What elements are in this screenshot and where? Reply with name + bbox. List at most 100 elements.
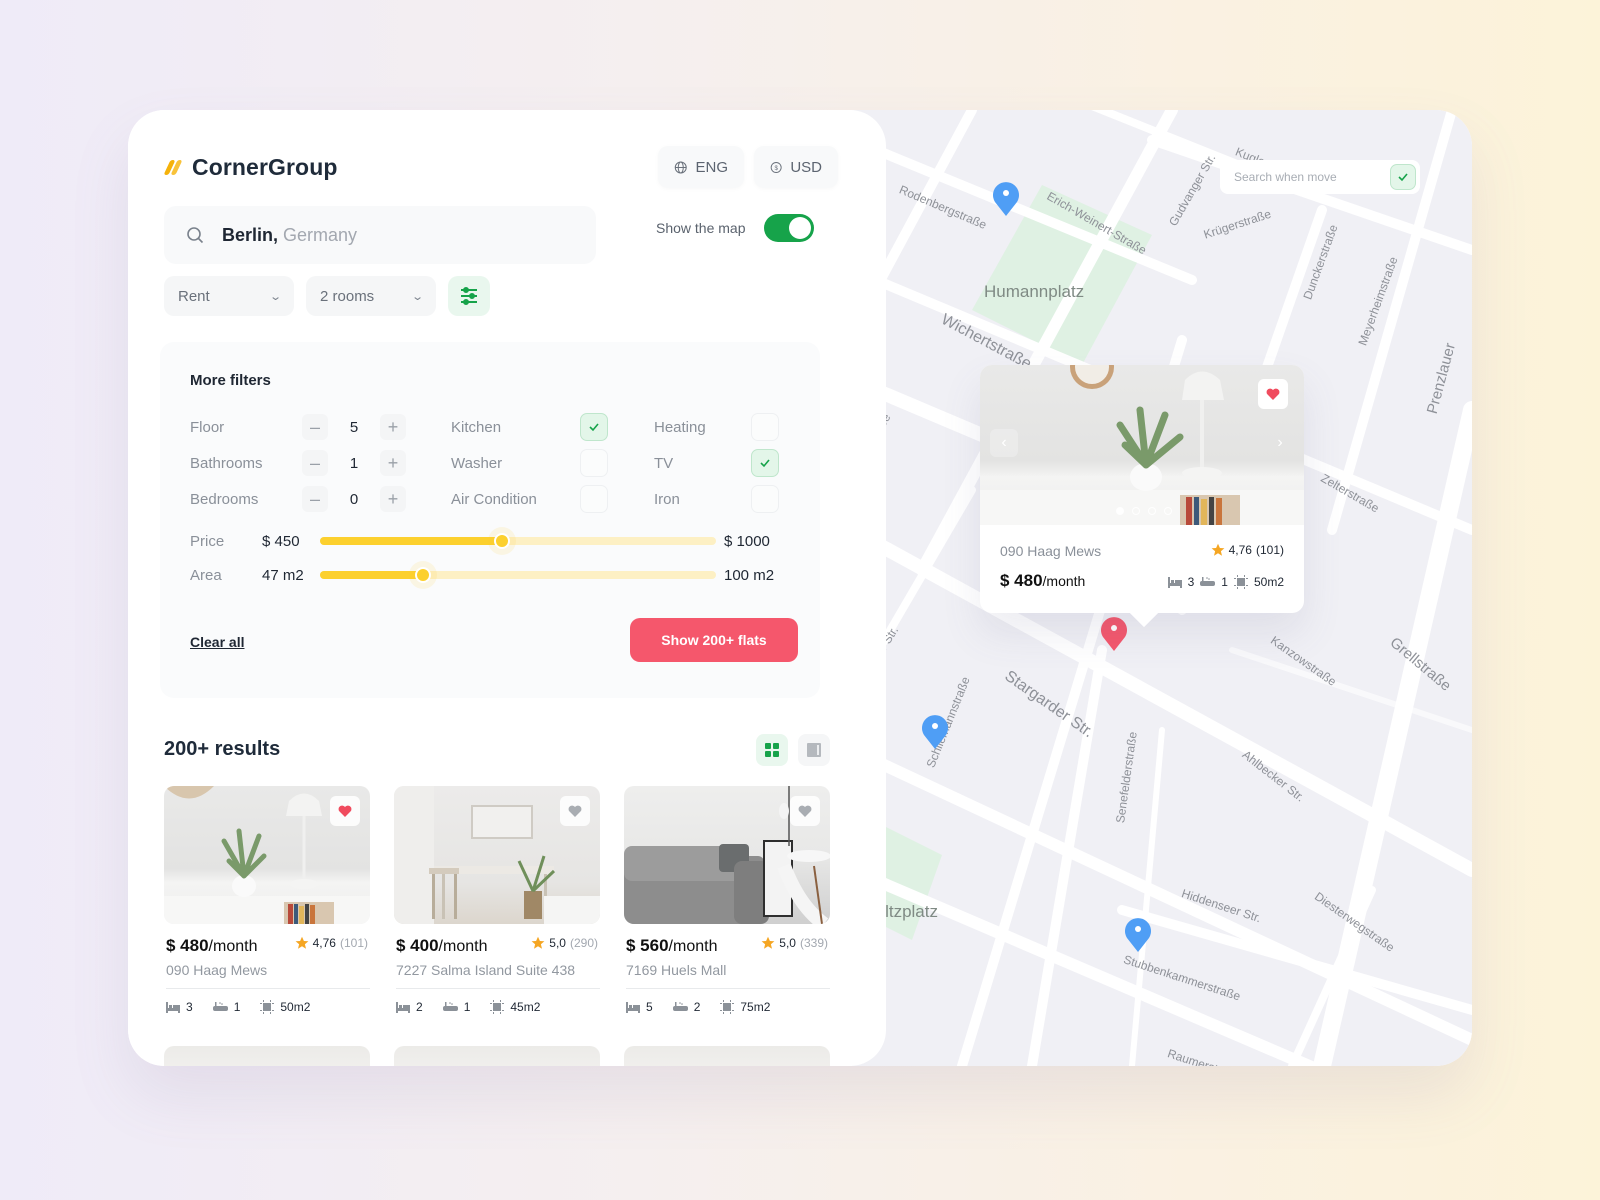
grid-view-button[interactable] bbox=[756, 734, 788, 766]
star-icon bbox=[295, 936, 309, 949]
amenity-heating: Heating bbox=[654, 413, 794, 441]
carousel-prev-button[interactable]: ‹ bbox=[990, 429, 1018, 457]
bedrooms-decrement-button[interactable]: – bbox=[302, 486, 328, 512]
svg-text:$: $ bbox=[774, 164, 778, 171]
price-max-value: $ 1000 bbox=[724, 532, 770, 550]
listing-card[interactable]: $ 400/month 5,0 (290) 7227 Salma Island … bbox=[394, 786, 600, 1014]
dollar-coin-icon: $ bbox=[770, 161, 782, 173]
listing-card-partial[interactable] bbox=[624, 1046, 830, 1066]
floor-decrement-button[interactable]: – bbox=[302, 414, 328, 440]
map-pin[interactable] bbox=[990, 180, 1022, 218]
kitchen-checkbox[interactable] bbox=[580, 413, 608, 441]
popup-price: $ 480/month bbox=[1000, 571, 1085, 591]
floor-label: Floor bbox=[190, 418, 225, 436]
carousel-dot[interactable] bbox=[1164, 507, 1172, 515]
rooms-value: 2 rooms bbox=[320, 287, 375, 305]
language-label: ENG bbox=[695, 158, 728, 176]
logo[interactable]: CornerGroup bbox=[163, 154, 338, 181]
show-flats-button[interactable]: Show 200+ flats bbox=[630, 618, 798, 662]
listing-features: 2 1 45m2 bbox=[396, 1000, 540, 1014]
area-slider-thumb[interactable] bbox=[414, 567, 431, 583]
bed-count: 3 bbox=[1187, 575, 1195, 589]
bath-count: 1 bbox=[463, 1000, 471, 1014]
filters-toggle-button[interactable] bbox=[448, 276, 490, 316]
grid-icon bbox=[765, 743, 779, 757]
washer-checkbox[interactable] bbox=[580, 449, 608, 477]
bathrooms-increment-button[interactable]: + bbox=[380, 450, 406, 476]
heating-checkbox[interactable] bbox=[751, 413, 779, 441]
listing-price: $ 400/month bbox=[396, 936, 487, 956]
carousel-dot[interactable] bbox=[1132, 507, 1140, 515]
bed-count: 2 bbox=[416, 1000, 423, 1014]
air-condition-checkbox[interactable] bbox=[580, 485, 608, 513]
area-range-row: Area 47 m2 100 m2 bbox=[190, 564, 790, 586]
show-map-control: Show the map bbox=[656, 214, 814, 242]
area-slider-fill bbox=[320, 571, 423, 579]
price-amount: $ 560 bbox=[626, 936, 669, 955]
tv-checkbox[interactable] bbox=[751, 449, 779, 477]
bedrooms-increment-button[interactable]: + bbox=[380, 486, 406, 512]
listing-photo[interactable] bbox=[164, 786, 370, 924]
sliders-icon bbox=[461, 287, 477, 305]
listing-card[interactable]: $ 560/month 5,0 (339) 7169 Huels Mall 5 … bbox=[624, 786, 830, 1014]
map-pin[interactable] bbox=[919, 713, 951, 751]
favorite-button[interactable] bbox=[790, 796, 820, 826]
listing-address: 7227 Salma Island Suite 438 bbox=[396, 962, 576, 978]
bedrooms-label: Bedrooms bbox=[190, 490, 259, 508]
clear-all-link[interactable]: Clear all bbox=[190, 634, 244, 650]
listing-rating: 5,0 (339) bbox=[761, 936, 828, 950]
map-listing-popup[interactable]: ‹ › 090 Haag Mews 4,76 (101) $ 480/month… bbox=[980, 365, 1304, 628]
bath-count: 1 bbox=[233, 1000, 241, 1014]
bathrooms-label: Bathrooms bbox=[190, 454, 263, 472]
bathrooms-decrement-button[interactable]: – bbox=[302, 450, 328, 476]
popup-photo-carousel[interactable]: ‹ › bbox=[980, 365, 1304, 525]
price-min-value: $ 450 bbox=[262, 532, 300, 550]
floor-increment-button[interactable]: + bbox=[380, 414, 406, 440]
carousel-dot[interactable] bbox=[1116, 507, 1124, 515]
area-max-value: 100 m2 bbox=[724, 566, 775, 584]
iron-checkbox[interactable] bbox=[751, 485, 779, 513]
listing-card[interactable]: $ 480/month 4,76 (101) 090 Haag Mews 3 1… bbox=[164, 786, 370, 1014]
price-slider-track[interactable] bbox=[320, 533, 716, 549]
carousel-dot[interactable] bbox=[1148, 507, 1156, 515]
price-label: Price bbox=[190, 532, 225, 550]
search-when-move-checkbox[interactable] bbox=[1390, 164, 1416, 190]
globe-icon bbox=[674, 161, 687, 173]
map-pin[interactable] bbox=[1122, 916, 1154, 954]
amenity-label: Heating bbox=[654, 418, 706, 436]
area-slider-track[interactable] bbox=[320, 567, 716, 583]
show-map-toggle[interactable] bbox=[763, 214, 814, 242]
price-slider-fill bbox=[320, 537, 503, 545]
price-period: /month bbox=[208, 938, 258, 955]
more-filters-title: More filters bbox=[190, 372, 271, 389]
bath-count: 2 bbox=[693, 1000, 701, 1014]
carousel-next-button[interactable]: › bbox=[1266, 429, 1294, 457]
map-view-button[interactable] bbox=[798, 734, 830, 766]
location-search-input[interactable]: Berlin, Germany bbox=[164, 206, 596, 264]
star-icon bbox=[1211, 543, 1225, 556]
search-country: Germany bbox=[283, 224, 358, 245]
popup-favorite-button[interactable] bbox=[1258, 379, 1288, 409]
search-when-move-label: Search when move bbox=[1234, 170, 1337, 184]
listing-card-partial[interactable] bbox=[164, 1046, 370, 1066]
selected-map-pin[interactable] bbox=[1098, 615, 1130, 653]
header: CornerGroup ENG $ USD bbox=[163, 146, 838, 194]
rooms-select[interactable]: 2 rooms ⌄ bbox=[306, 276, 436, 316]
currency-button[interactable]: $ USD bbox=[754, 146, 838, 188]
bathtub-icon bbox=[672, 1002, 688, 1011]
listing-card-partial[interactable] bbox=[394, 1046, 600, 1066]
favorite-button[interactable] bbox=[330, 796, 360, 826]
listing-type-select[interactable]: Rent ⌄ bbox=[164, 276, 294, 316]
popup-rating: 4,76 (101) bbox=[1211, 543, 1284, 557]
results-title: 200+ results bbox=[164, 738, 281, 760]
favorite-button[interactable] bbox=[560, 796, 590, 826]
price-slider-thumb[interactable] bbox=[494, 533, 511, 549]
listing-photo[interactable] bbox=[394, 786, 600, 924]
bed-count: 3 bbox=[186, 1000, 193, 1014]
language-button[interactable]: ENG bbox=[658, 146, 744, 188]
split-view-icon bbox=[807, 743, 821, 757]
listing-price: $ 480/month bbox=[166, 936, 257, 956]
listing-photo[interactable] bbox=[624, 786, 830, 924]
amenity-washer: Washer bbox=[451, 449, 611, 477]
review-count: (101) bbox=[339, 936, 368, 950]
